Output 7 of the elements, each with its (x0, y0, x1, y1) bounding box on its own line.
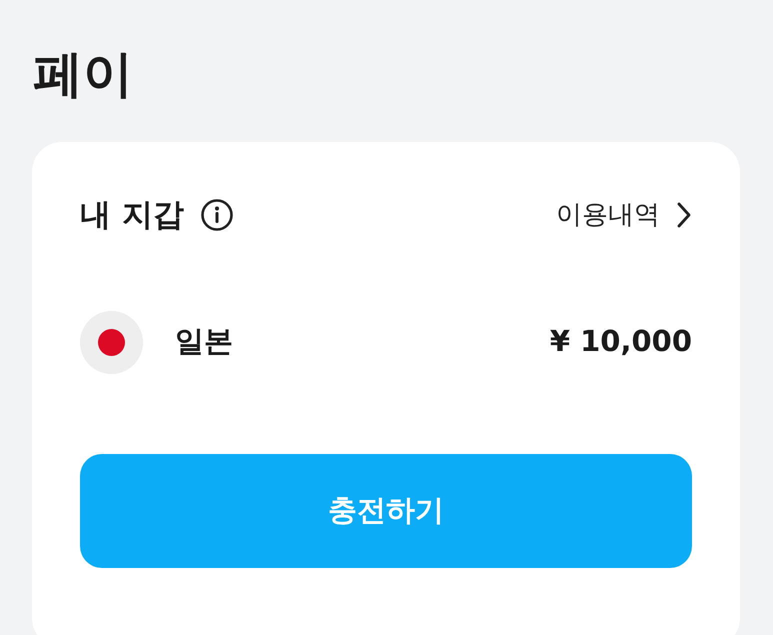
info-icon[interactable] (200, 198, 234, 232)
wallet-title: 내 지갑 (80, 196, 184, 235)
page-title: 페이 (32, 44, 134, 104)
balance-amount: ¥ 10,000 (550, 323, 692, 360)
country-name: 일본 (175, 323, 233, 360)
chevron-right-icon (676, 201, 692, 230)
history-link[interactable]: 이용내역 (556, 196, 692, 235)
